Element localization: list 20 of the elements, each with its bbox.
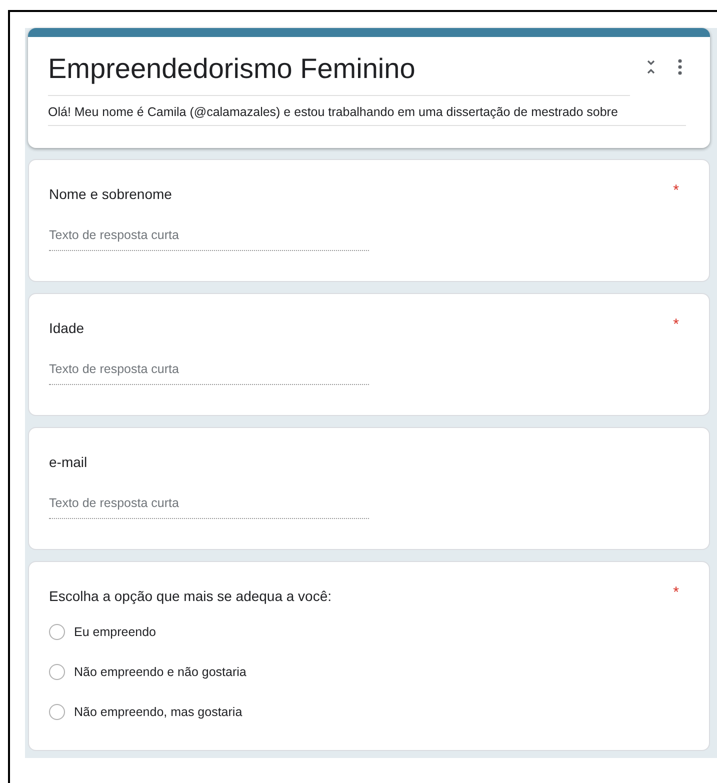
short-answer-field[interactable]: Texto de resposta curta [49, 224, 369, 251]
option-label[interactable]: Não empreendo, mas gostaria [74, 705, 242, 719]
required-asterisk: * [673, 182, 679, 199]
more-options-icon[interactable] [678, 59, 682, 75]
form-title: Empreendedorismo Feminino [48, 53, 630, 96]
question-title: e-mail [49, 454, 88, 470]
radio-button[interactable] [49, 704, 65, 720]
form-description: Olá! Meu nome é Camila (@calamazales) e estou trabalhando em uma dissertação de mestrado sobre [48, 105, 686, 126]
radio-button[interactable] [49, 664, 65, 680]
short-answer-field[interactable]: Texto de resposta curta [49, 492, 369, 519]
question-title: Escolha a opção que mais se adequa a você: [49, 588, 332, 604]
question-title: Nome e sobrenome [49, 186, 172, 202]
required-asterisk: * [673, 584, 679, 601]
short-answer-field[interactable]: Texto de resposta curta [49, 358, 369, 385]
question-title: Idade [49, 320, 84, 336]
collapse-expand-icon[interactable] [646, 59, 656, 75]
option-label[interactable]: Não empreendo e não gostaria [74, 665, 246, 679]
option-label[interactable]: Eu empreendo [74, 625, 156, 639]
radio-button[interactable] [49, 624, 65, 640]
required-asterisk: * [673, 316, 679, 333]
